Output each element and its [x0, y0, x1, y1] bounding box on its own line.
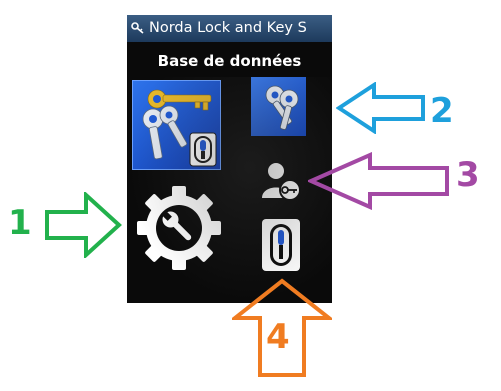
cylinder-tile[interactable]: [260, 217, 302, 273]
callout-arrow-1: [44, 192, 122, 258]
lock-cylinder-icon: [262, 219, 300, 271]
window-title: Norda Lock and Key S: [149, 20, 307, 36]
title-bar: Norda Lock and Key S: [127, 15, 332, 42]
app-key-icon: [131, 22, 144, 34]
callout-arrow-3: [308, 152, 450, 210]
callout-arrow-2: [336, 82, 426, 134]
keys-and-cylinder-icon: [142, 89, 217, 167]
keys-icon: [265, 85, 299, 130]
keys-database-tile[interactable]: [132, 80, 221, 170]
settings-tile[interactable]: [132, 180, 227, 275]
gear-wrench-icon: [137, 186, 221, 270]
callout-number-1: 1: [8, 203, 32, 243]
user-key-icon: [262, 163, 301, 201]
callout-number-2: 2: [430, 91, 454, 131]
screen-title: Base de données: [157, 52, 302, 70]
device-screen: Norda Lock and Key S Base de données: [127, 15, 332, 303]
callout-number-3: 3: [456, 155, 480, 195]
user-key-tile[interactable]: [260, 160, 302, 202]
keys-tile[interactable]: [251, 77, 306, 136]
callout-number-4: 4: [266, 317, 290, 357]
